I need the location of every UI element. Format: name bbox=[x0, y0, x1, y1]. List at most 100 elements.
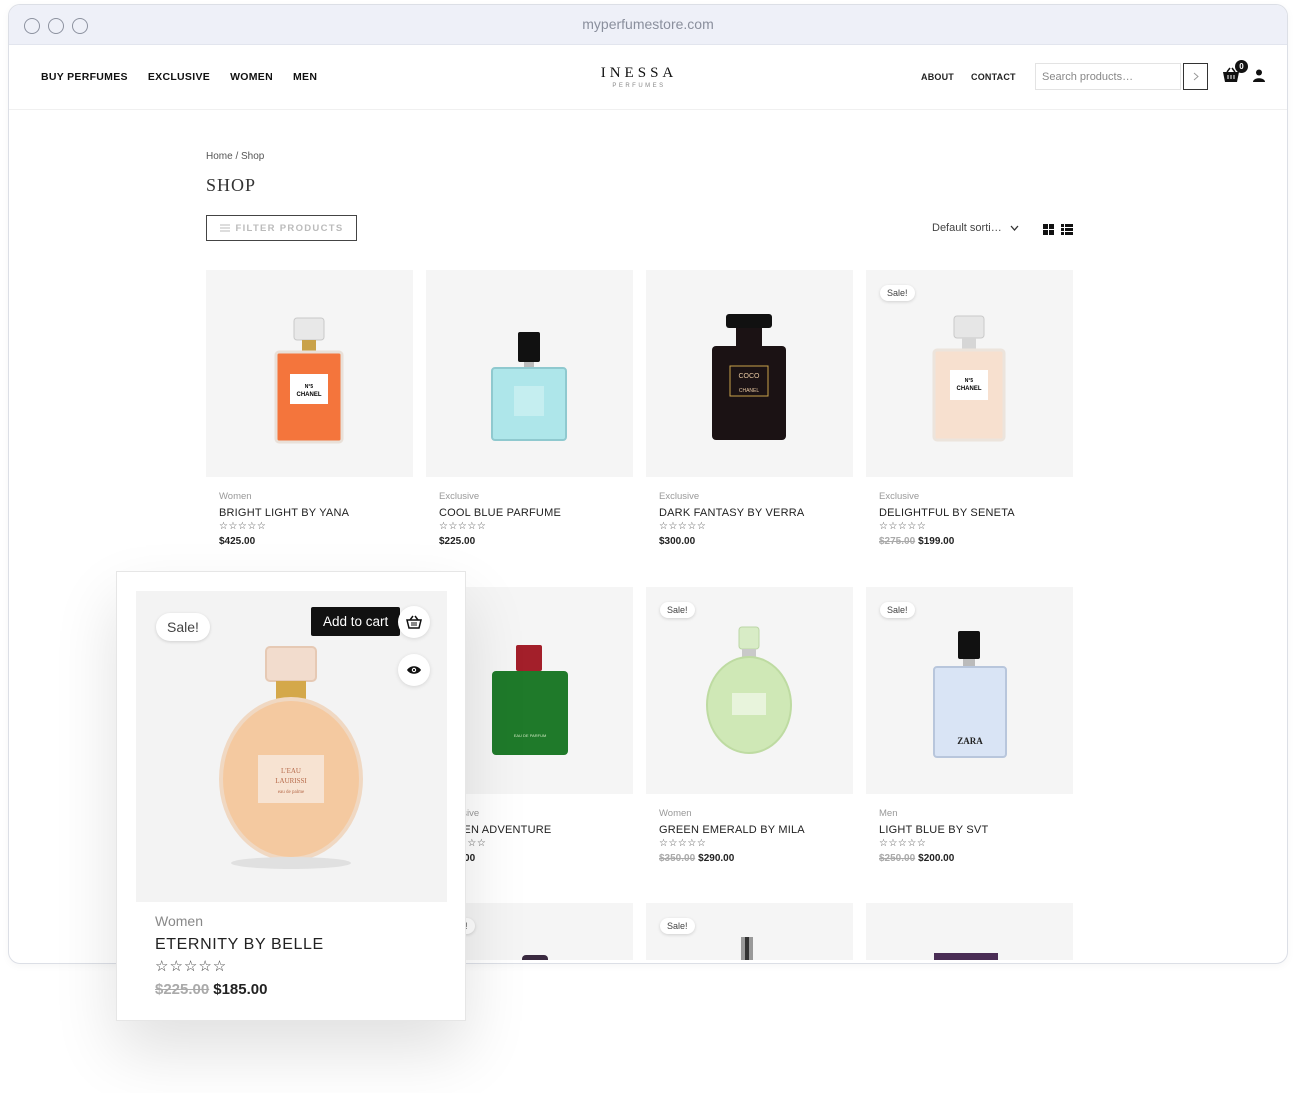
current-price: $300.00 bbox=[659, 536, 696, 547]
product-image[interactable] bbox=[426, 270, 633, 477]
old-price: $225.00 bbox=[155, 981, 210, 998]
hovered-product-card[interactable]: L'EAU LAURISSI eau de palme Sale! Add to… bbox=[116, 571, 466, 1021]
product-category: Men bbox=[879, 808, 898, 819]
product-category: Exclusive bbox=[879, 491, 920, 502]
svg-text:ZARA: ZARA bbox=[957, 736, 983, 746]
sorting-select[interactable]: Default sorti… bbox=[932, 222, 1019, 234]
page-title: SHOP bbox=[206, 175, 257, 195]
old-price: $350.00 bbox=[659, 853, 696, 864]
product-card[interactable]: Sale! ZARA Men LIGHT BLUE BY SVT ☆☆☆☆☆ $… bbox=[866, 587, 1073, 864]
nav-contact[interactable]: CONTACT bbox=[971, 72, 1016, 82]
product-name[interactable]: GREEN ADVENTURE bbox=[439, 824, 633, 836]
product-rating: ☆☆☆☆☆ bbox=[219, 521, 267, 532]
filter-products-button[interactable]: FILTER PRODUCTS bbox=[206, 215, 357, 241]
product-card[interactable] bbox=[866, 903, 1073, 960]
nav-exclusive[interactable]: EXCLUSIVE bbox=[148, 71, 210, 83]
product-rating: ☆☆☆☆☆ bbox=[879, 521, 927, 532]
product-name[interactable]: GREEN EMERALD BY MILA bbox=[659, 824, 853, 836]
product-card[interactable]: COCO CHANEL Exclusive DARK FANTASY BY VE… bbox=[646, 270, 853, 547]
quick-view-button[interactable] bbox=[398, 654, 430, 686]
product-category: Exclusive bbox=[659, 491, 700, 502]
product-image[interactable]: Sale! bbox=[646, 903, 853, 960]
chevron-down-icon bbox=[1010, 225, 1019, 231]
search-input[interactable]: Search products… bbox=[1035, 63, 1181, 90]
site-header: BUY PERFUMES EXCLUSIVE WOMEN MEN INESSA … bbox=[9, 45, 1287, 110]
product-price: $225.00 $185.00 bbox=[155, 981, 267, 998]
product-card[interactable]: Sale! bbox=[646, 903, 853, 960]
current-price: $185.00 bbox=[213, 981, 268, 998]
main-nav: BUY PERFUMES EXCLUSIVE WOMEN MEN bbox=[41, 71, 317, 83]
product-name[interactable]: ETERNITY BY BELLE bbox=[155, 936, 324, 954]
chevron-right-icon bbox=[1193, 72, 1199, 81]
current-price: $225.00 bbox=[439, 536, 476, 547]
product-price: $350.00 $290.00 bbox=[659, 853, 853, 864]
basket-icon bbox=[406, 615, 422, 629]
product-image[interactable]: Sale! ZARA bbox=[866, 587, 1073, 794]
product-name[interactable]: COOL BLUE PARFUME bbox=[439, 507, 633, 519]
perfume-bottle-image: ZARA bbox=[933, 631, 1007, 758]
nav-men[interactable]: MEN bbox=[293, 71, 317, 83]
sorting-value: Default sorti… bbox=[932, 222, 1002, 234]
product-price: $275.00 $199.00 bbox=[879, 536, 1073, 547]
product-card[interactable]: N°5 CHANEL Women BRIGHT LIGHT BY YANA ☆☆… bbox=[206, 270, 413, 547]
add-to-cart-tooltip: Add to cart bbox=[311, 607, 407, 636]
svg-text:N°5: N°5 bbox=[305, 384, 314, 390]
product-name[interactable]: DARK FANTASY BY VERRA bbox=[659, 507, 853, 519]
bottle-label-line3: eau de palme bbox=[278, 790, 305, 795]
product-card[interactable]: Exclusive COOL BLUE PARFUME ☆☆☆☆☆ $225.0… bbox=[426, 270, 633, 547]
product-image[interactable]: Sale! bbox=[646, 587, 853, 794]
product-price: $250.00 $200.00 bbox=[879, 853, 1073, 864]
svg-text:CHANEL: CHANEL bbox=[739, 388, 760, 394]
current-price: $200.00 bbox=[918, 853, 955, 864]
product-rating: ☆☆☆☆☆ bbox=[659, 521, 707, 532]
product-name[interactable]: BRIGHT LIGHT BY YANA bbox=[219, 507, 413, 519]
perfume-bottle-image: COCO CHANEL bbox=[712, 314, 786, 440]
product-image[interactable]: L'EAU LAURISSI eau de palme Sale! Add to… bbox=[136, 591, 447, 902]
logo-text: INESSA bbox=[600, 65, 678, 81]
svg-text:CHANEL: CHANEL bbox=[957, 386, 982, 392]
svg-text:CHANEL: CHANEL bbox=[297, 392, 322, 398]
perfume-bottle-image: N°5 CHANEL bbox=[932, 315, 1006, 442]
product-price: $425.00 bbox=[219, 536, 413, 547]
grid-view-icon[interactable] bbox=[1043, 224, 1054, 235]
search-submit-button[interactable] bbox=[1183, 63, 1208, 90]
product-card[interactable]: Sale! N°5 CHANEL Exclusive DELIGHTFUL BY… bbox=[866, 270, 1073, 547]
product-price: $300.00 bbox=[659, 536, 853, 547]
old-price: $275.00 bbox=[879, 536, 916, 547]
product-image[interactable] bbox=[866, 903, 1073, 960]
logo-subtext: PERFUMES bbox=[612, 83, 666, 89]
site-logo[interactable]: INESSA PERFUMES bbox=[569, 65, 709, 89]
cart-count-badge: 0 bbox=[1235, 60, 1248, 73]
breadcrumb[interactable]: Home / Shop bbox=[206, 151, 264, 162]
current-price: $425.00 bbox=[219, 536, 256, 547]
eye-icon bbox=[407, 666, 421, 674]
product-rating: ☆☆☆☆☆ bbox=[439, 521, 487, 532]
product-image[interactable]: N°5 CHANEL bbox=[206, 270, 413, 477]
filter-label: FILTER PRODUCTS bbox=[235, 222, 344, 234]
list-view-icon[interactable] bbox=[1061, 224, 1073, 235]
nav-women[interactable]: WOMEN bbox=[230, 71, 273, 83]
svg-text:N°5: N°5 bbox=[965, 378, 974, 384]
product-name[interactable]: DELIGHTFUL BY SENETA bbox=[879, 507, 1073, 519]
product-name[interactable]: LIGHT BLUE BY SVT bbox=[879, 824, 1073, 836]
product-card[interactable]: Sale! Women GREEN EMERALD BY MILA ☆☆☆☆☆ … bbox=[646, 587, 853, 864]
product-rating: ☆☆☆☆☆ bbox=[879, 838, 927, 849]
nav-about[interactable]: ABOUT bbox=[921, 72, 954, 82]
add-to-cart-button[interactable] bbox=[398, 606, 430, 638]
product-image[interactable]: Sale! N°5 CHANEL bbox=[866, 270, 1073, 477]
svg-text:EAU DE PARFUM: EAU DE PARFUM bbox=[514, 733, 547, 738]
nav-buy-perfumes[interactable]: BUY PERFUMES bbox=[41, 71, 128, 83]
product-image[interactable]: COCO CHANEL bbox=[646, 270, 853, 477]
secondary-nav: ABOUT CONTACT bbox=[921, 72, 1016, 82]
product-price: $225.00 bbox=[439, 536, 633, 547]
svg-text:COCO: COCO bbox=[739, 373, 761, 380]
perfume-bottle-image: N°5 CHANEL bbox=[274, 317, 344, 444]
product-rating: ☆☆☆☆☆ bbox=[439, 838, 633, 849]
product-price: $235.00 bbox=[439, 853, 633, 864]
old-price: $250.00 bbox=[879, 853, 916, 864]
user-icon[interactable] bbox=[1253, 69, 1265, 82]
perfume-bottle-image bbox=[706, 626, 792, 754]
product-category: Women bbox=[659, 808, 692, 819]
address-bar[interactable]: myperfumestore.com bbox=[9, 16, 1287, 32]
current-price: $199.00 bbox=[918, 536, 955, 547]
